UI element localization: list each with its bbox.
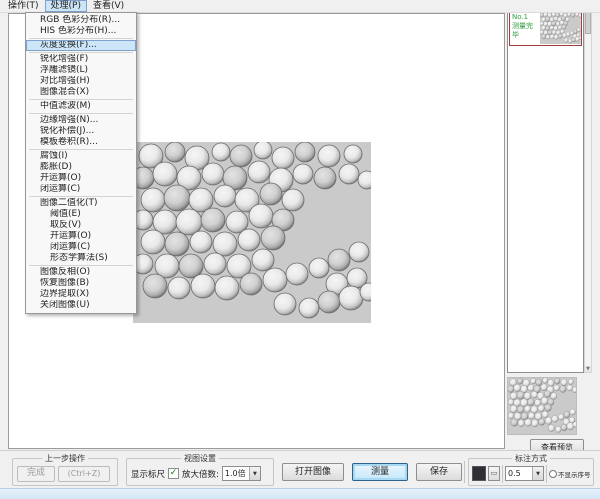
undo-group-label: 上一步操作: [42, 453, 88, 464]
menu-item[interactable]: 膨胀(D): [26, 162, 136, 173]
view-settings-label: 视图设置: [181, 453, 219, 464]
menu-item[interactable]: 浮雕滤镜(L): [26, 65, 136, 76]
list-item-status: 测量完毕: [512, 22, 538, 40]
done-button[interactable]: 完成: [17, 466, 55, 482]
menu-item[interactable]: 图像混合(X): [26, 87, 136, 98]
menu-separator: [29, 149, 133, 150]
menu-separator: [29, 38, 133, 39]
undo-button[interactable]: (Ctrl+Z): [58, 466, 110, 482]
check-icon: ✓: [170, 469, 178, 478]
list-item-thumbnail: [540, 8, 581, 44]
annotation-group: 标注方式 ▭ 0.5 ▼ 不显示序号小中大: [468, 458, 594, 486]
label-size-radio-group: 不显示序号小中大: [549, 469, 593, 479]
menu-item[interactable]: 腐蚀(I): [26, 151, 136, 162]
annotation-group-label: 标注方式: [512, 453, 550, 464]
menu-item[interactable]: 开运算(O): [26, 173, 136, 184]
open-image-button[interactable]: 打开图像: [282, 463, 344, 481]
process-menu-list: RGB 色彩分布(R)...HIS 色彩分布(H)... 灰度变换(F)... 锐化…: [26, 15, 136, 311]
menu-separator: [29, 265, 133, 266]
menu-item[interactable]: 灰度变换(F)...: [26, 40, 136, 51]
rect-tool-button[interactable]: ▭: [488, 466, 500, 481]
menu-item[interactable]: 中值滤波(M): [26, 101, 136, 112]
menu-item[interactable]: 锐化增强(F): [26, 54, 136, 65]
ruler-label: 显示标尺: [131, 468, 165, 480]
measure-button[interactable]: 测量: [352, 463, 408, 481]
radio-icon[interactable]: [549, 470, 557, 478]
menu-item[interactable]: RGB 色彩分布(R)...: [26, 15, 136, 26]
ruler-checkbox[interactable]: ✓: [168, 468, 179, 479]
save-button[interactable]: 保存: [416, 463, 462, 481]
preview-thumbnail: [507, 377, 577, 435]
list-item-number: No.1: [512, 13, 538, 22]
spinner-arrow-icon[interactable]: ▼: [532, 467, 543, 480]
rect-icon: ▭: [491, 469, 498, 477]
size-radio-label: 不显示序号: [558, 469, 591, 479]
menu-item[interactable]: 取反(V): [26, 220, 136, 231]
menu-separator: [29, 99, 133, 100]
menu-separator: [29, 196, 133, 197]
menu-item[interactable]: HIS 色彩分布(H)...: [26, 26, 136, 37]
measurement-list[interactable]: No.1 测量完毕: [507, 4, 584, 373]
menu-operate[interactable]: 操作(T): [2, 0, 45, 12]
separator: [502, 465, 503, 483]
menu-separator: [29, 52, 133, 53]
menu-item[interactable]: 对比增强(H): [26, 76, 136, 87]
process-menu: RGB 色彩分布(R)...HIS 色彩分布(H)... 灰度变换(F)... 锐化…: [25, 12, 137, 314]
menu-item[interactable]: 形态学算法(S): [26, 253, 136, 264]
menu-item[interactable]: 关闭图像(U): [26, 300, 136, 311]
menu-item[interactable]: 模板卷积(R)...: [26, 137, 136, 148]
list-scrollbar[interactable]: ▲ ▼: [584, 4, 592, 373]
zoom-value: 1.0倍: [223, 467, 249, 480]
app-window: { "menubar": { "items": [ { "label": "操作…: [0, 0, 600, 499]
bottom-bar: 上一步操作 完成 (Ctrl+Z) 视图设置 显示标尺 ✓ 放大倍数: 1.0倍…: [0, 450, 600, 488]
menu-item[interactable]: 边界提取(X): [26, 289, 136, 300]
status-bar: [0, 488, 600, 499]
tem-image: [133, 142, 371, 323]
scroll-down-icon[interactable]: ▼: [585, 366, 591, 372]
menu-item[interactable]: 图像二值化(T): [26, 198, 136, 209]
menu-item[interactable]: 恢复图像(B): [26, 278, 136, 289]
pen-color-button[interactable]: [472, 466, 486, 481]
size-radio-option[interactable]: 不显示序号: [549, 469, 591, 479]
menu-separator: [29, 113, 133, 114]
menu-item[interactable]: 开运算(O): [26, 231, 136, 242]
menu-item[interactable]: 闭运算(C): [26, 184, 136, 195]
zoom-select[interactable]: 1.0倍 ▼: [222, 466, 261, 481]
zoom-label: 放大倍数:: [182, 468, 219, 480]
undo-group: 上一步操作 完成 (Ctrl+Z): [12, 458, 118, 486]
scrollbar-thumb[interactable]: [585, 12, 591, 34]
view-settings-group: 视图设置 显示标尺 ✓ 放大倍数: 1.0倍 ▼: [126, 458, 274, 486]
list-item-label: No.1 测量完毕: [510, 12, 539, 41]
line-width-value: 0.5: [506, 467, 532, 480]
line-width-spinner[interactable]: 0.5 ▼: [505, 466, 544, 481]
menu-item[interactable]: 阈值(E): [26, 209, 136, 220]
chevron-down-icon[interactable]: ▼: [249, 467, 260, 480]
menu-item[interactable]: 图像反相(O): [26, 267, 136, 278]
separator: [546, 465, 547, 483]
menu-item[interactable]: 锐化补偿(J)...: [26, 126, 136, 137]
menu-process[interactable]: 处理(P): [45, 0, 87, 12]
separator: [464, 461, 465, 483]
menu-item[interactable]: 闭运算(C): [26, 242, 136, 253]
menu-view[interactable]: 查看(V): [87, 0, 130, 12]
menu-item[interactable]: 边缘增强(N)...: [26, 115, 136, 126]
